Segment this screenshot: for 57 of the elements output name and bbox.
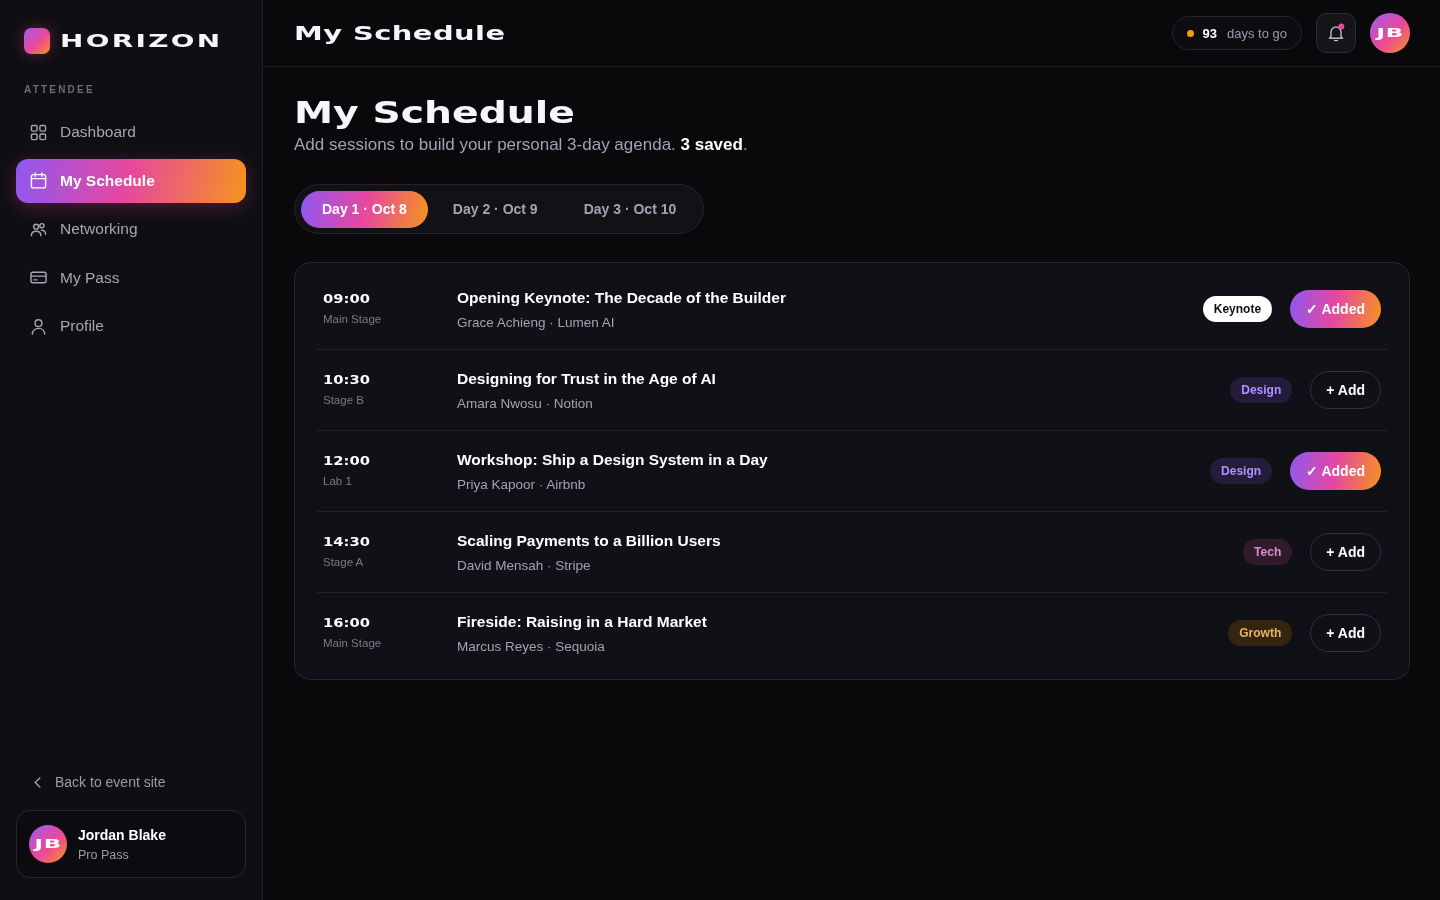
add-session-button[interactable]: ✓ Added (1290, 290, 1381, 328)
user-plan: Pro Pass (78, 847, 130, 862)
session-time: 14:30 (323, 536, 370, 549)
logo-icon (24, 28, 50, 54)
person-icon (30, 317, 47, 335)
page-title: My Schedule (294, 95, 575, 131)
nav-item[interactable]: My Schedule (16, 158, 246, 203)
calendar-icon (30, 172, 47, 190)
grid-icon (30, 123, 47, 141)
section-label: ATTENDEE (23, 84, 96, 95)
session-title: Workshop: Ship a Design System in a Day (457, 450, 769, 469)
session-speaker: Grace Achieng · Lumen AI (457, 314, 616, 330)
page-subtitle: Add sessions to build your personal 3-day agenda. 3 saved. (294, 135, 749, 155)
notifications-button[interactable] (1316, 13, 1356, 53)
bell-icon (1326, 23, 1346, 43)
session-speaker: Priya Kapoor · Airbnb (457, 476, 587, 492)
session-room: Stage B (323, 393, 364, 406)
day-tab[interactable]: Day 2 · Oct 9 (431, 190, 559, 228)
day-tab[interactable]: Day 1 · Oct 8 (301, 190, 428, 228)
session-title: Fireside: Raising in a Hard Market (457, 612, 708, 631)
session-tag: Keynote (1202, 296, 1273, 322)
brand-name: HORIZON (60, 32, 223, 50)
session-tag: Design (1230, 377, 1293, 403)
session-title: Designing for Trust in the Age of AI (457, 369, 717, 388)
session-time: 12:00 (323, 455, 370, 468)
session-speaker: Marcus Reyes · Sequoia (457, 638, 606, 654)
user-avatar: JB (29, 825, 67, 863)
session-tag: Design (1210, 458, 1273, 484)
countdown-value: 93 (1202, 25, 1217, 41)
countdown-label: days to go (1227, 25, 1287, 41)
nav-item[interactable]: Dashboard (16, 110, 246, 155)
user-card[interactable]: JB Jordan Blake Pro Pass (16, 810, 246, 878)
session-speaker: David Mensah · Stripe (457, 557, 592, 573)
session-title: Opening Keynote: The Decade of the Builder (457, 288, 787, 307)
add-session-button[interactable]: ✓ Added (1290, 452, 1381, 490)
session-tag: Tech (1243, 539, 1293, 565)
day-tab[interactable]: Day 3 · Oct 10 (562, 190, 698, 228)
session-tag: Growth (1228, 620, 1293, 646)
session-time: 10:30 (323, 374, 370, 387)
session-time: 16:00 (323, 617, 370, 630)
nav-item[interactable]: Profile (16, 304, 246, 349)
session-room: Stage A (323, 555, 364, 568)
back-link[interactable]: Back to event site (34, 774, 166, 790)
user-name: Jordan Blake (78, 826, 166, 843)
people-icon (30, 220, 47, 238)
dot-icon (1186, 29, 1194, 37)
session-room: Main Stage (323, 636, 382, 649)
session-title: Scaling Payments to a Billion Users (457, 531, 722, 550)
avatar-button[interactable]: JB (1370, 13, 1410, 53)
topbar-title: My Schedule (294, 22, 506, 44)
session-room: Main Stage (323, 312, 382, 325)
nav-item[interactable]: Networking (16, 207, 246, 252)
nav-item[interactable]: My Pass (16, 255, 246, 300)
chevron-left-icon (34, 776, 41, 788)
session-speaker: Amara Nwosu · Notion (457, 395, 594, 411)
session-room: Lab 1 (323, 474, 352, 487)
session-time: 09:00 (323, 293, 370, 306)
